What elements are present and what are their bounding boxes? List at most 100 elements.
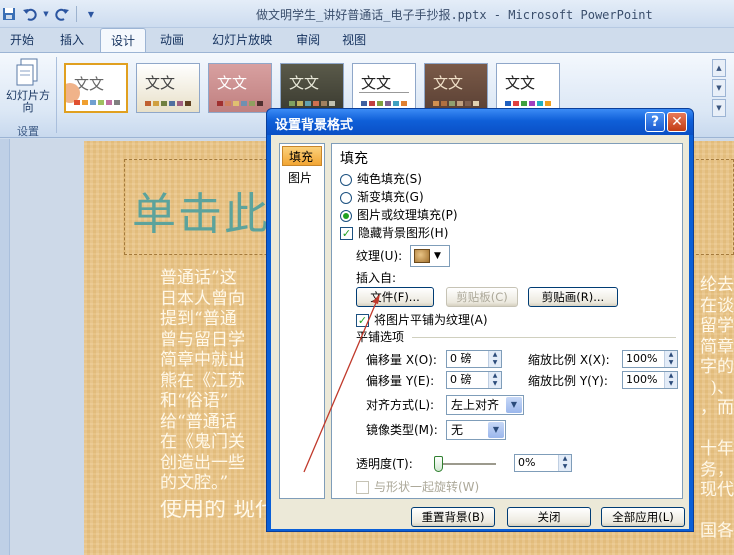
tab-design[interactable]: 设计 xyxy=(100,28,147,52)
theme-line-decor xyxy=(359,92,409,93)
offset-y-input[interactable]: 0 磅 ▲ ▼ xyxy=(446,371,502,389)
transparency-slider-track[interactable] xyxy=(436,463,496,466)
fill-panel: 填充 纯色填充(S) 渐变填充(G) 图片或纹理填充(P) ✓ 隐藏背景图形(H)… xyxy=(331,143,683,499)
slides-pane-edge[interactable] xyxy=(0,139,10,555)
theme-thumb[interactable]: 文文 xyxy=(280,63,344,113)
spin-down-icon[interactable]: ▼ xyxy=(665,380,677,388)
spinner-arrows[interactable]: ▲ ▼ xyxy=(664,372,677,388)
texture-picker[interactable]: ▼ xyxy=(410,245,450,267)
scale-x-value: 100% xyxy=(626,352,658,365)
radio-label: 渐变填充(G) xyxy=(357,190,424,204)
theme-thumb[interactable]: 文文 xyxy=(352,63,416,113)
theme-thumb[interactable]: 文文 xyxy=(496,63,560,113)
rotate-with-shape-checkbox[interactable]: 与形状一起旋转(W) xyxy=(356,480,479,494)
theme-thumb-text: 文文 xyxy=(217,74,248,92)
spin-down-icon[interactable]: ▼ xyxy=(559,463,571,471)
spin-up-icon[interactable]: ▲ xyxy=(559,455,571,463)
radio-button[interactable] xyxy=(340,191,352,204)
title-bar: ▼ ▼ 做文明学生_讲好普通话_电子手抄报.pptx - Microsoft P… xyxy=(0,0,734,28)
chevron-down-icon[interactable]: ▼ xyxy=(506,397,522,413)
dialog-title-bar[interactable]: 设置背景格式 ? ✕ xyxy=(267,109,693,135)
apply-to-all-button[interactable]: 全部应用(L) xyxy=(601,507,685,527)
mirror-type-select[interactable]: 无 ▼ xyxy=(446,420,506,440)
scroll-down-icon[interactable]: ▼ xyxy=(712,79,726,97)
radio-gradient-fill[interactable]: 渐变填充(G) xyxy=(340,190,424,204)
slide-orientation-button[interactable]: 幻灯片方向 xyxy=(4,57,52,123)
spin-down-icon[interactable]: ▼ xyxy=(489,359,501,367)
spinner-arrows[interactable]: ▲ ▼ xyxy=(488,351,501,367)
tab-view[interactable]: 视图 xyxy=(332,28,376,52)
file-button[interactable]: 文件(F)... xyxy=(356,287,434,307)
theme-thumb[interactable]: 文文 xyxy=(424,63,488,113)
undo-icon[interactable] xyxy=(21,5,39,23)
texture-swatch-icon xyxy=(414,249,430,263)
undo-dropdown-icon[interactable]: ▼ xyxy=(42,5,50,23)
format-background-dialog: 设置背景格式 ? ✕ 填充 图片 填充 纯色填充(S) 渐变填充(G) 图片或纹… xyxy=(266,108,694,532)
customize-toolbar-icon[interactable]: ▼ xyxy=(82,5,100,23)
theme-swatches xyxy=(289,101,335,106)
slide-orientation-icon xyxy=(16,58,38,86)
hide-background-graphics-checkbox[interactable]: ✓ 隐藏背景图形(H) xyxy=(340,226,448,240)
tab-animations[interactable]: 动画 xyxy=(150,28,194,52)
theme-thumb[interactable]: 文文 xyxy=(64,63,128,113)
transparency-slider-thumb[interactable] xyxy=(434,456,443,472)
tab-slideshow[interactable]: 幻灯片放映 xyxy=(202,28,282,52)
clipart-button[interactable]: 剪贴画(R)... xyxy=(528,287,618,307)
radio-button-selected[interactable] xyxy=(340,209,352,222)
dialog-body: 填充 图片 填充 纯色填充(S) 渐变填充(G) 图片或纹理填充(P) ✓ 隐藏背… xyxy=(271,135,689,529)
offset-x-input[interactable]: 0 磅 ▲ ▼ xyxy=(446,350,502,368)
tile-as-texture-checkbox[interactable]: ✓ 将图片平铺为纹理(A) xyxy=(356,313,488,327)
offset-y-label: 偏移量 Y(E): xyxy=(366,374,435,388)
alignment-label: 对齐方式(L): xyxy=(366,398,435,412)
save-icon[interactable] xyxy=(0,5,18,23)
redo-icon[interactable] xyxy=(53,5,71,23)
spinner-arrows[interactable]: ▲ ▼ xyxy=(558,455,571,471)
tile-options-divider xyxy=(412,337,676,338)
tab-insert[interactable]: 插入 xyxy=(50,28,94,52)
mirror-type-value: 无 xyxy=(451,423,464,437)
theme-thumb[interactable]: 文文 xyxy=(208,63,272,113)
spin-up-icon[interactable]: ▲ xyxy=(489,372,501,380)
texture-label: 纹理(U): xyxy=(356,249,403,263)
group-divider xyxy=(56,57,57,133)
checkbox-empty[interactable] xyxy=(356,481,369,494)
alignment-select[interactable]: 左上对齐 ▼ xyxy=(446,395,524,415)
close-button[interactable]: 关闭 xyxy=(507,507,591,527)
chevron-down-icon: ▼ xyxy=(434,251,441,261)
spin-up-icon[interactable]: ▲ xyxy=(665,372,677,380)
radio-solid-fill[interactable]: 纯色填充(S) xyxy=(340,172,422,186)
toolbar-separator xyxy=(76,6,77,22)
tile-options-label: 平铺选项 xyxy=(356,330,405,344)
nav-item-fill[interactable]: 填充 xyxy=(282,146,322,166)
spinner-arrows[interactable]: ▲ ▼ xyxy=(488,372,501,388)
radio-button[interactable] xyxy=(340,173,352,186)
tab-home[interactable]: 开始 xyxy=(0,28,44,52)
checkmark-icon[interactable]: ✓ xyxy=(356,314,369,327)
scale-x-label: 缩放比例 X(X): xyxy=(528,353,610,367)
spin-up-icon[interactable]: ▲ xyxy=(665,351,677,359)
scale-x-input[interactable]: 100% ▲ ▼ xyxy=(622,350,678,368)
scale-y-input[interactable]: 100% ▲ ▼ xyxy=(622,371,678,389)
spin-down-icon[interactable]: ▼ xyxy=(665,359,677,367)
dialog-title: 设置背景格式 xyxy=(275,118,354,133)
close-icon[interactable]: ✕ xyxy=(667,112,687,132)
tab-review[interactable]: 审阅 xyxy=(286,28,330,52)
slide-title[interactable]: 单击此 xyxy=(132,178,270,242)
chevron-down-icon[interactable]: ▼ xyxy=(488,422,504,438)
gallery-more-icon[interactable]: ▼ xyxy=(712,99,726,117)
spinner-arrows[interactable]: ▲ ▼ xyxy=(664,351,677,367)
radio-picture-texture-fill[interactable]: 图片或纹理填充(P) xyxy=(340,208,458,222)
spin-up-icon[interactable]: ▲ xyxy=(489,351,501,359)
theme-gallery: 文文 文文 文文 文文 文文 文文 文文 xyxy=(64,63,560,113)
checkmark-icon[interactable]: ✓ xyxy=(340,227,353,240)
help-icon[interactable]: ? xyxy=(645,112,665,132)
theme-swatches xyxy=(361,101,407,106)
clipboard-button[interactable]: 剪贴板(C) xyxy=(446,287,518,307)
theme-thumb[interactable]: 文文 xyxy=(136,63,200,113)
transparency-input[interactable]: 0% ▲ ▼ xyxy=(514,454,572,472)
nav-item-picture[interactable]: 图片 xyxy=(282,168,322,188)
spin-down-icon[interactable]: ▼ xyxy=(489,380,501,388)
slide-orientation-label: 幻灯片方向 xyxy=(6,89,50,114)
reset-background-button[interactable]: 重置背景(B) xyxy=(411,507,495,527)
scroll-up-icon[interactable]: ▲ xyxy=(712,59,726,77)
